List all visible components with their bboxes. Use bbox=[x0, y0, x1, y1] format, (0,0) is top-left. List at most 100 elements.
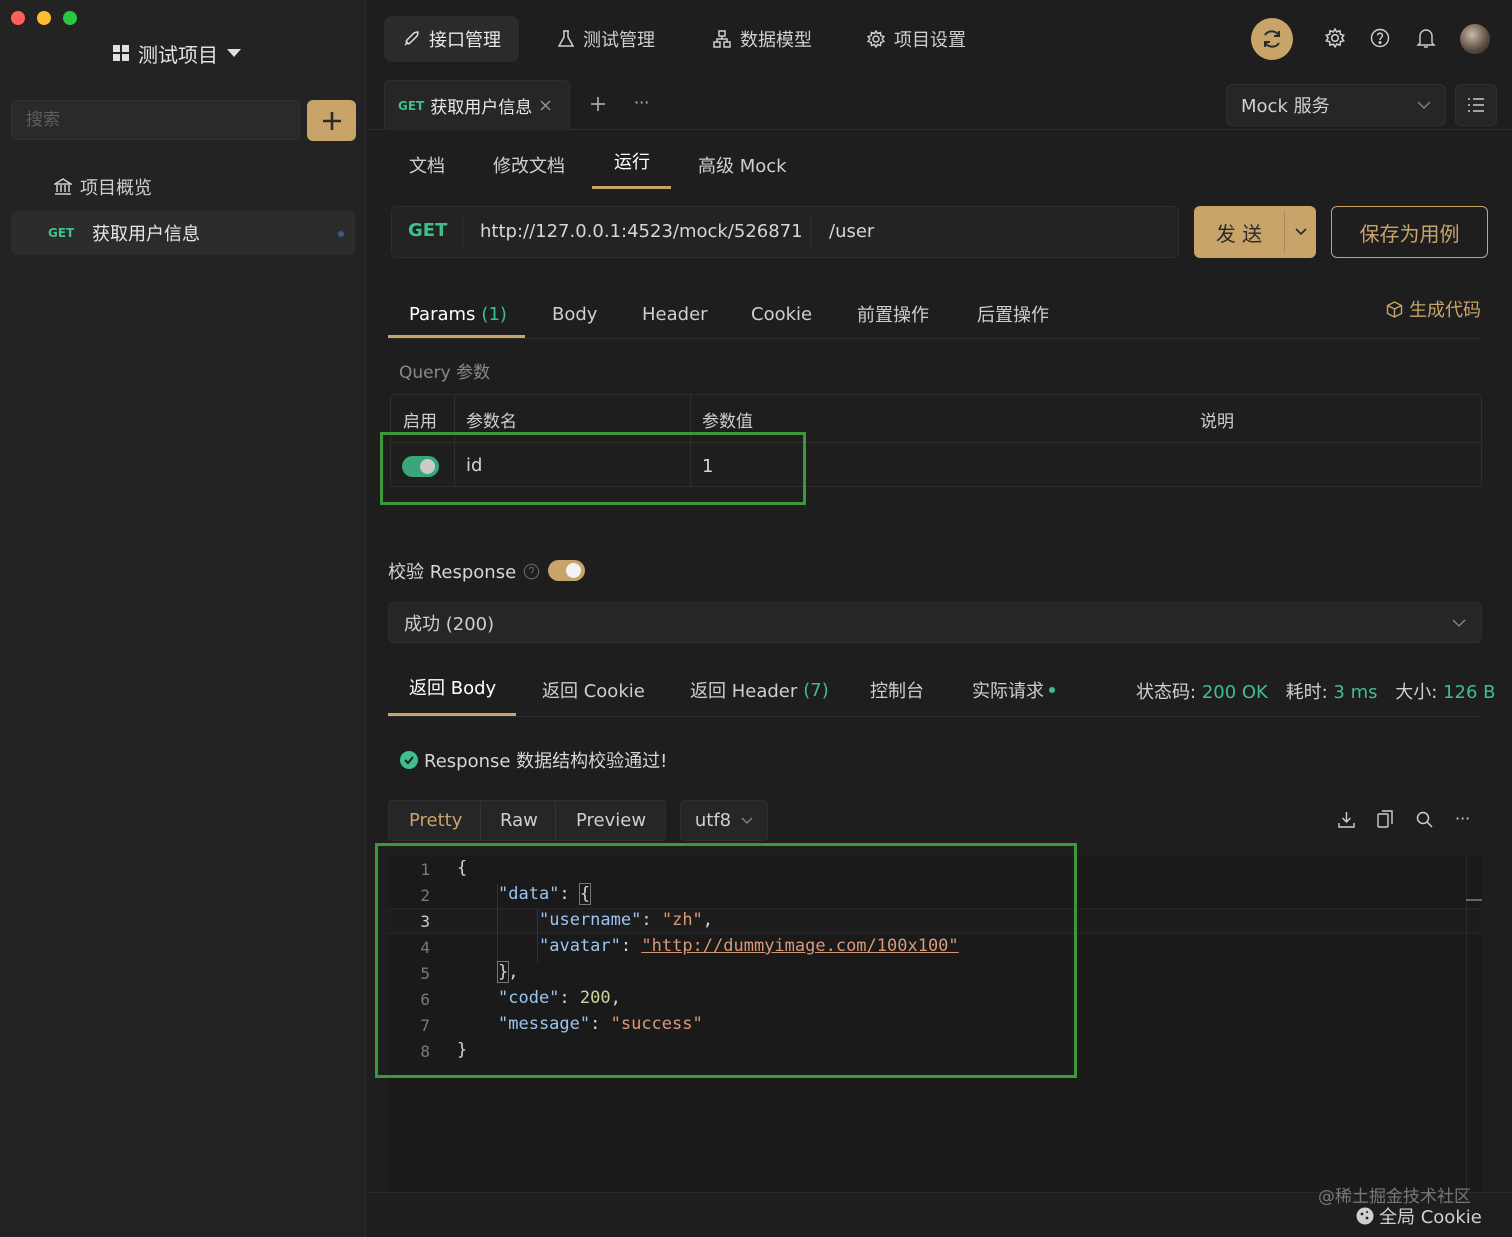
params-count: (1) bbox=[481, 303, 507, 325]
response-select[interactable]: 成功 (200) bbox=[388, 602, 1482, 643]
send-button[interactable]: 发 送 bbox=[1194, 206, 1284, 258]
divider bbox=[555, 800, 556, 841]
time-value: 3 ms bbox=[1333, 682, 1378, 703]
tab-actual-request[interactable]: 实际请求 bbox=[972, 665, 1055, 715]
environment-select[interactable]: Mock 服务 bbox=[1226, 84, 1446, 126]
close-icon[interactable] bbox=[540, 100, 551, 111]
cookie-icon bbox=[1356, 1207, 1374, 1225]
tab-pre-operations[interactable]: 前置操作 bbox=[857, 290, 929, 338]
send-options-button[interactable] bbox=[1285, 206, 1316, 258]
time-label: 耗时: bbox=[1285, 682, 1328, 703]
validate-response-toggle[interactable] bbox=[548, 560, 585, 581]
caret-down-icon bbox=[226, 48, 242, 58]
sidebar: 测试项目 #sidebar input::placeholder{color:#… bbox=[0, 0, 366, 1237]
tab-response-body[interactable]: 返回 Body bbox=[409, 662, 496, 712]
download-icon bbox=[1337, 811, 1355, 828]
divider bbox=[480, 800, 481, 841]
response-header-count: (7) bbox=[803, 679, 829, 701]
path-input[interactable]: /user bbox=[829, 221, 874, 242]
environment-manage-button[interactable] bbox=[1455, 84, 1497, 126]
column-header-value: 参数值 bbox=[702, 412, 753, 432]
view-raw-button[interactable]: Raw bbox=[500, 810, 538, 831]
size-value: 126 B bbox=[1443, 682, 1496, 703]
plus-icon bbox=[591, 97, 605, 111]
more-tabs-button[interactable]: ··· bbox=[634, 93, 649, 112]
bell-icon bbox=[1416, 29, 1436, 48]
tab-label: Params bbox=[409, 303, 476, 325]
view-preview-button[interactable]: Preview bbox=[576, 810, 646, 831]
tab-post-operations[interactable]: 后置操作 bbox=[977, 290, 1049, 338]
highlight-box bbox=[375, 843, 1077, 1078]
method-select[interactable]: GET bbox=[408, 220, 447, 241]
copy-button[interactable] bbox=[1375, 809, 1395, 829]
notifications-button[interactable] bbox=[1415, 27, 1437, 49]
tab-label: 测试管理 bbox=[583, 30, 655, 51]
status-dot bbox=[1049, 687, 1055, 693]
gear-icon bbox=[867, 30, 885, 48]
help-circle-icon[interactable] bbox=[523, 563, 540, 580]
subtab-edit-doc[interactable]: 修改文档 bbox=[493, 140, 565, 190]
tab-params[interactable]: Params (1) bbox=[409, 290, 507, 338]
view-pretty-button[interactable]: Pretty bbox=[409, 810, 462, 831]
encoding-select[interactable]: utf8 bbox=[680, 800, 768, 841]
tab-header[interactable]: Header bbox=[642, 290, 708, 338]
global-cookie-label: 全局 Cookie bbox=[1379, 1207, 1482, 1228]
plus-icon bbox=[322, 111, 341, 130]
tab-response-header[interactable]: 返回 Header (7) bbox=[690, 665, 829, 715]
tab-body[interactable]: Body bbox=[552, 290, 597, 338]
save-as-case-button[interactable]: 保存为用例 bbox=[1331, 206, 1488, 258]
scrollbar-thumb[interactable] bbox=[1466, 899, 1482, 901]
close-window-button[interactable] bbox=[11, 11, 25, 25]
avatar[interactable] bbox=[1460, 24, 1490, 54]
subtab-doc[interactable]: 文档 bbox=[409, 140, 445, 190]
divider bbox=[462, 214, 463, 250]
project-title: 测试项目 bbox=[138, 42, 218, 67]
tab-cookie[interactable]: Cookie bbox=[751, 290, 812, 338]
help-button[interactable] bbox=[1369, 27, 1391, 49]
method-badge: GET bbox=[48, 226, 75, 240]
tab-test-management[interactable]: 测试管理 bbox=[540, 16, 673, 62]
project-switcher[interactable]: 测试项目 bbox=[112, 38, 242, 68]
add-button[interactable] bbox=[307, 100, 356, 141]
download-button[interactable] bbox=[1336, 809, 1356, 829]
search-button[interactable] bbox=[1414, 809, 1434, 829]
sidebar-item-label: 获取用户信息 bbox=[92, 224, 200, 245]
doc-tab-get-user[interactable]: GET 获取用户信息 bbox=[384, 80, 570, 130]
minimize-window-button[interactable] bbox=[37, 11, 51, 25]
tab-data-model[interactable]: 数据模型 bbox=[695, 16, 830, 62]
settings-button[interactable] bbox=[1324, 27, 1346, 49]
environment-value: Mock 服务 bbox=[1241, 96, 1330, 117]
check-circle-icon bbox=[400, 751, 418, 769]
more-icon[interactable]: ··· bbox=[1455, 809, 1470, 828]
divider bbox=[810, 214, 811, 250]
global-cookie-button[interactable]: 全局 Cookie bbox=[1356, 1203, 1482, 1229]
cube-icon bbox=[1386, 300, 1403, 318]
sync-button[interactable] bbox=[1251, 18, 1293, 60]
new-tab-button[interactable] bbox=[588, 94, 608, 114]
gear-icon bbox=[1325, 28, 1345, 48]
list-icon bbox=[1468, 98, 1484, 112]
generate-code-button[interactable]: 生成代码 bbox=[1386, 296, 1481, 322]
tab-project-settings[interactable]: 项目设置 bbox=[849, 16, 984, 62]
sidebar-item-overview[interactable]: 项目概览 bbox=[54, 172, 152, 202]
column-header-description: 说明 bbox=[1200, 412, 1234, 432]
validate-response-row: 校验 Response bbox=[388, 558, 540, 584]
scrollbar-track[interactable] bbox=[1466, 856, 1467, 1192]
sidebar-item-get-user[interactable]: GET 获取用户信息 bbox=[11, 211, 355, 255]
bank-icon bbox=[54, 178, 72, 196]
tab-api-management[interactable]: 接口管理 bbox=[384, 16, 519, 62]
maximize-window-button[interactable] bbox=[63, 11, 77, 25]
grid-icon bbox=[112, 44, 130, 62]
response-select-value: 成功 (200) bbox=[404, 613, 495, 635]
tab-label: 项目设置 bbox=[894, 30, 966, 51]
column-header-name: 参数名 bbox=[466, 412, 517, 432]
hierarchy-icon bbox=[713, 30, 731, 48]
tab-console[interactable]: 控制台 bbox=[870, 665, 924, 715]
size-label: 大小: bbox=[1395, 682, 1438, 703]
tab-response-cookie[interactable]: 返回 Cookie bbox=[542, 665, 645, 715]
search-input[interactable] bbox=[11, 100, 300, 140]
subtab-advanced-mock[interactable]: 高级 Mock bbox=[698, 140, 787, 190]
subtab-run[interactable]: 运行 bbox=[614, 136, 650, 186]
generate-code-label: 生成代码 bbox=[1409, 300, 1481, 321]
doc-tab-title: 获取用户信息 bbox=[430, 98, 533, 118]
